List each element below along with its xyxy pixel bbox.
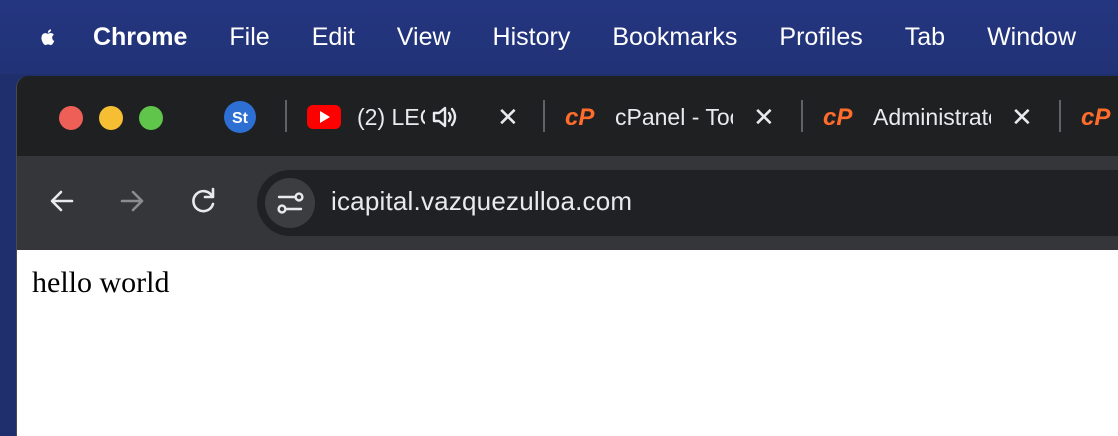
tab-separator bbox=[285, 100, 287, 132]
window-close-button[interactable] bbox=[59, 106, 83, 130]
svg-text:cP: cP bbox=[565, 104, 595, 130]
tab-separator bbox=[801, 100, 803, 132]
svg-text:cP: cP bbox=[823, 104, 853, 130]
page-content: hello world bbox=[17, 250, 1118, 436]
apple-logo-icon[interactable] bbox=[40, 20, 55, 54]
tab-close-icon[interactable]: ✕ bbox=[753, 102, 775, 133]
menu-window[interactable]: Window bbox=[987, 23, 1076, 52]
cpanel-icon: cP bbox=[1081, 104, 1111, 130]
cpanel-icon: cP bbox=[823, 104, 853, 130]
st-favicon-icon: St bbox=[224, 101, 256, 133]
site-info-button[interactable] bbox=[265, 178, 315, 228]
svg-text:St: St bbox=[232, 110, 249, 127]
tab-youtube[interactable]: (2) LEGO bbox=[307, 94, 487, 140]
menu-file[interactable]: File bbox=[229, 23, 269, 52]
forward-arrow-icon[interactable] bbox=[115, 184, 149, 218]
menu-history[interactable]: History bbox=[493, 23, 571, 52]
cpanel-icon: cP bbox=[565, 104, 595, 130]
tab-cpanel-tools[interactable]: cP cPanel - Tools bbox=[565, 94, 735, 140]
menu-bookmarks[interactable]: Bookmarks bbox=[612, 23, 737, 52]
browser-toolbar: icapital.vazquezulloa.com bbox=[17, 156, 1118, 250]
tab-close-icon[interactable]: ✕ bbox=[1011, 102, 1033, 133]
tab-st[interactable]: St bbox=[223, 94, 257, 140]
page-body-text: hello world bbox=[32, 266, 170, 299]
tab-cpanel-partial[interactable]: cP bbox=[1081, 94, 1117, 140]
browser-window: St (2) LEGO ✕ cP cPanel - Tools bbox=[16, 76, 1118, 436]
tab-label: Administrator bbox=[873, 103, 991, 130]
reload-icon[interactable] bbox=[187, 184, 221, 218]
tab-cpanel-administrator[interactable]: cP Administrator bbox=[823, 94, 999, 140]
speaker-icon[interactable] bbox=[431, 104, 461, 130]
macos-menu-bar: Chrome File Edit View History Bookmarks … bbox=[0, 0, 1118, 74]
url-text[interactable]: icapital.vazquezulloa.com bbox=[331, 186, 632, 217]
tab-strip: St (2) LEGO ✕ cP cPanel - Tools bbox=[17, 76, 1118, 156]
tab-label: (2) LEGO bbox=[357, 103, 425, 130]
menu-profiles[interactable]: Profiles bbox=[779, 23, 862, 52]
tab-label: cPanel - Tools bbox=[615, 103, 733, 130]
window-minimize-button[interactable] bbox=[99, 106, 123, 130]
menu-view[interactable]: View bbox=[397, 23, 451, 52]
youtube-icon bbox=[307, 105, 341, 129]
back-arrow-icon[interactable] bbox=[45, 184, 79, 218]
menu-app-chrome[interactable]: Chrome bbox=[93, 23, 187, 52]
tab-separator bbox=[543, 100, 545, 132]
tab-separator bbox=[1059, 100, 1061, 132]
menu-edit[interactable]: Edit bbox=[312, 23, 355, 52]
site-settings-icon bbox=[277, 192, 304, 214]
menu-tab[interactable]: Tab bbox=[905, 23, 945, 52]
window-zoom-button[interactable] bbox=[139, 106, 163, 130]
tab-close-icon[interactable]: ✕ bbox=[497, 102, 519, 133]
svg-text:cP: cP bbox=[1081, 104, 1111, 130]
address-bar[interactable]: icapital.vazquezulloa.com bbox=[257, 170, 1118, 236]
